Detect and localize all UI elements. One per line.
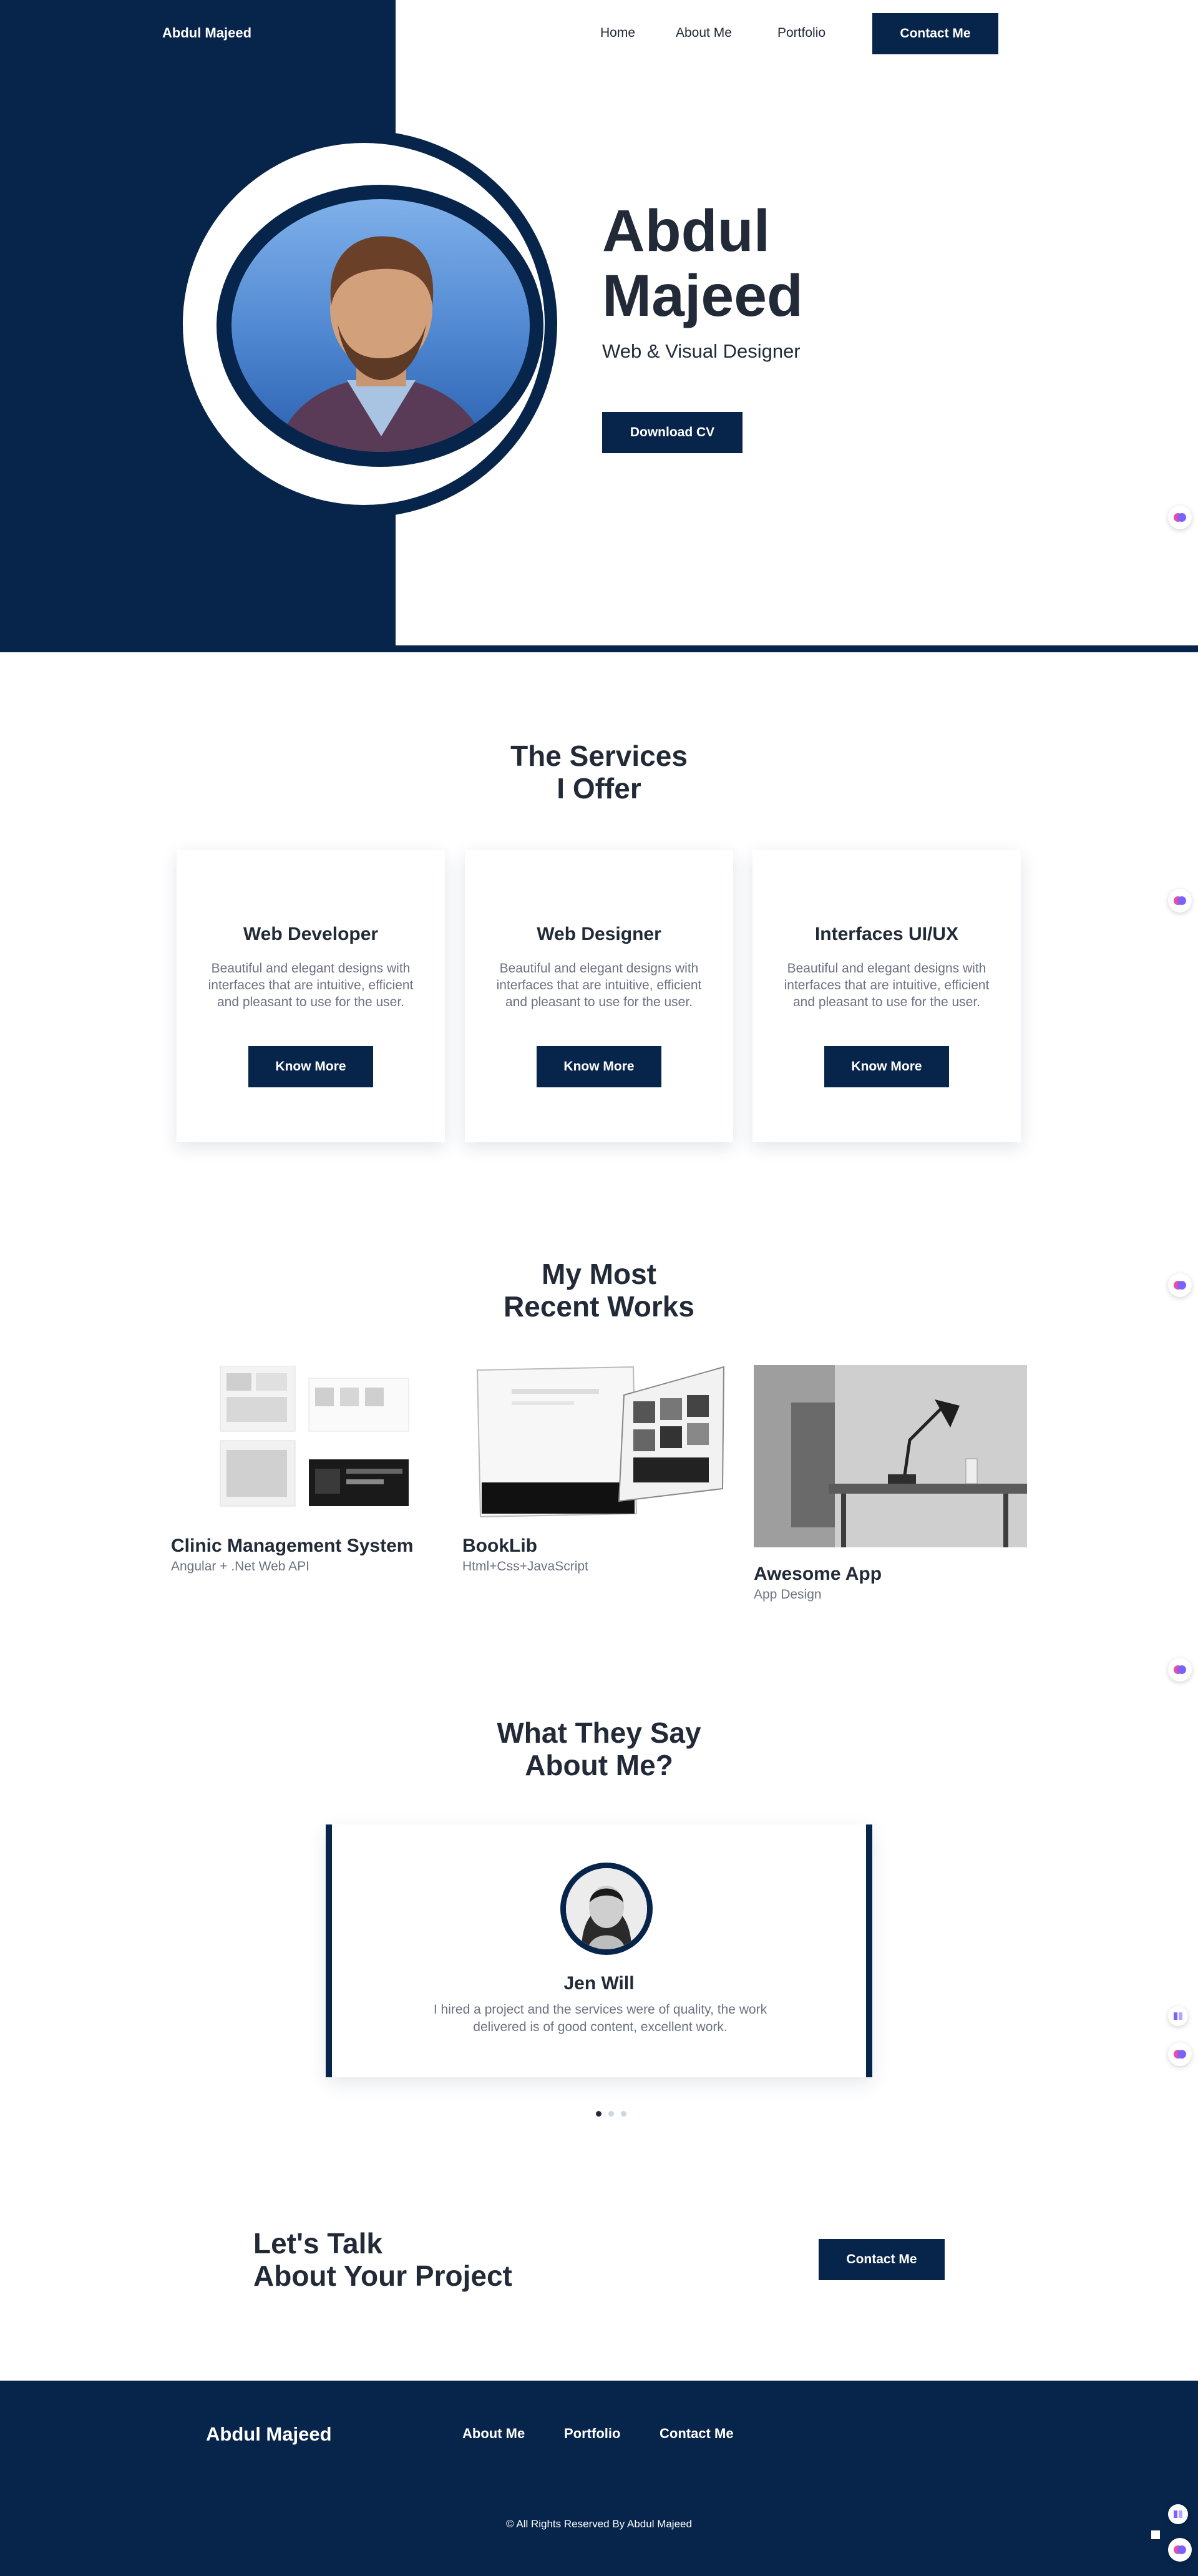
brain-icon-glyph [1174,2050,1186,2059]
testimonial-avatar [560,1863,653,1955]
service-card-text: Beautiful and elegant designs with inter… [208,961,414,1009]
services-title: The Services I Offer [0,740,1198,805]
hero-section: Abdul Majeed Home About Me Portfolio Con… [0,0,1198,652]
service-card-interfaces: Interfaces UI/UX Beautiful and elegant d… [752,850,1021,1142]
testimonial-name: Jen Will [563,1973,635,1994]
clinic-mockup-illustration [220,1365,409,1507]
footer-copyright: © All Rights Reserved By Abdul Majeed [506,2518,692,2530]
work-subtitle: Html+Css+JavaScript [462,1559,588,1574]
book-icon-glyph [1174,2510,1182,2518]
testimonials-title: What They Say About Me? [0,1717,1198,1781]
brain-icon-glyph [1174,1281,1186,1290]
brain-icon-glyph [1174,2545,1186,2554]
cta-heading: Let's Talk About Your Project [253,2227,512,2292]
person-illustration [275,236,487,452]
brain-icon[interactable] [1168,889,1192,913]
carousel-dot[interactable] [608,2111,614,2117]
nav-about[interactable]: About Me [676,26,732,41]
brain-icon[interactable] [1168,506,1192,529]
book-icon[interactable] [1168,2504,1188,2524]
brain-icon-glyph [1174,513,1186,522]
brain-icon[interactable] [1168,1273,1192,1297]
brain-icon[interactable] [1168,2042,1192,2066]
know-more-button[interactable]: Know More [824,1046,949,1087]
works-title-line1: My Most [542,1258,656,1290]
testimonial-card: Jen Will I hired a project and the servi… [326,1824,872,2077]
hero-subtitle: Web & Visual Designer [602,340,801,362]
work-subtitle: Angular + .Net Web API [171,1559,309,1574]
services-title-line2: I Offer [557,772,641,805]
know-more-button[interactable]: Know More [248,1046,373,1087]
service-card-title: Web Developer [243,924,379,944]
book-icon-glyph [1174,2012,1182,2020]
service-card-web-designer: Web Designer Beautiful and elegant desig… [465,850,733,1142]
work-thumbnail-clinic[interactable] [215,1365,412,1509]
brain-icon-glyph [1174,1665,1186,1674]
testimonials-title-line2: About Me? [525,1749,673,1781]
work-title[interactable]: Awesome App [754,1564,882,1585]
cta-line1: Let's Talk [253,2227,382,2260]
download-cv-button[interactable]: Download CV [602,412,743,453]
desk-photo-illustration [754,1365,1027,1547]
service-card-web-developer: Web Developer Beautiful and elegant desi… [177,850,445,1142]
service-card-title: Web Designer [537,924,661,944]
works-title: My Most Recent Works [0,1258,1198,1323]
carousel-dot[interactable] [621,2111,626,2117]
footer-brand[interactable]: Abdul Majeed [206,2423,332,2446]
nav-contact-button[interactable]: Contact Me [872,13,998,54]
hero-name-line2: Majeed [602,263,804,329]
footer-link-contact[interactable]: Contact Me [660,2426,734,2442]
work-title[interactable]: BookLib [462,1535,537,1557]
testimonials-title-line1: What They Say [497,1717,701,1749]
work-thumbnail-awesome-app[interactable] [754,1365,1027,1547]
brain-icon[interactable] [1168,2538,1192,2562]
service-card-title: Interfaces UI/UX [814,924,959,944]
brand-logo[interactable]: Abdul Majeed [162,25,251,41]
booklib-mockup-illustration [476,1366,725,1518]
brain-icon[interactable] [1168,1658,1192,1682]
work-thumbnail-booklib[interactable] [474,1364,727,1520]
service-card-text: Beautiful and elegant designs with inter… [496,961,702,1009]
testimonial-quote: I hired a project and the services were … [433,2002,767,2034]
know-more-button[interactable]: Know More [537,1046,661,1087]
brain-icon-glyph [1174,896,1186,905]
nav-portfolio[interactable]: Portfolio [777,26,825,41]
cta-line2: About Your Project [253,2260,512,2292]
cta-contact-button[interactable]: Contact Me [819,2239,945,2280]
profile-photo [231,199,530,452]
hero-name-line1: Abdul [602,198,771,264]
work-subtitle: App Design [754,1587,822,1602]
small-square-icon [1151,2530,1160,2539]
book-icon[interactable] [1168,2006,1188,2026]
woman-portrait-illustration [566,1868,647,1949]
hero-bottom-bar [0,645,1198,652]
service-card-text: Beautiful and elegant designs with inter… [784,961,990,1009]
works-title-line2: Recent Works [504,1290,694,1323]
footer-link-about[interactable]: About Me [462,2426,525,2442]
carousel-dot-active[interactable] [596,2111,601,2117]
services-title-line1: The Services [510,740,688,772]
nav-home[interactable]: Home [600,26,635,41]
footer: Abdul Majeed About Me Portfolio Contact … [0,2381,1198,2576]
footer-link-portfolio[interactable]: Portfolio [564,2426,620,2442]
hero-name: Abdul Majeed [602,198,803,328]
work-title[interactable]: Clinic Management System [171,1535,413,1557]
